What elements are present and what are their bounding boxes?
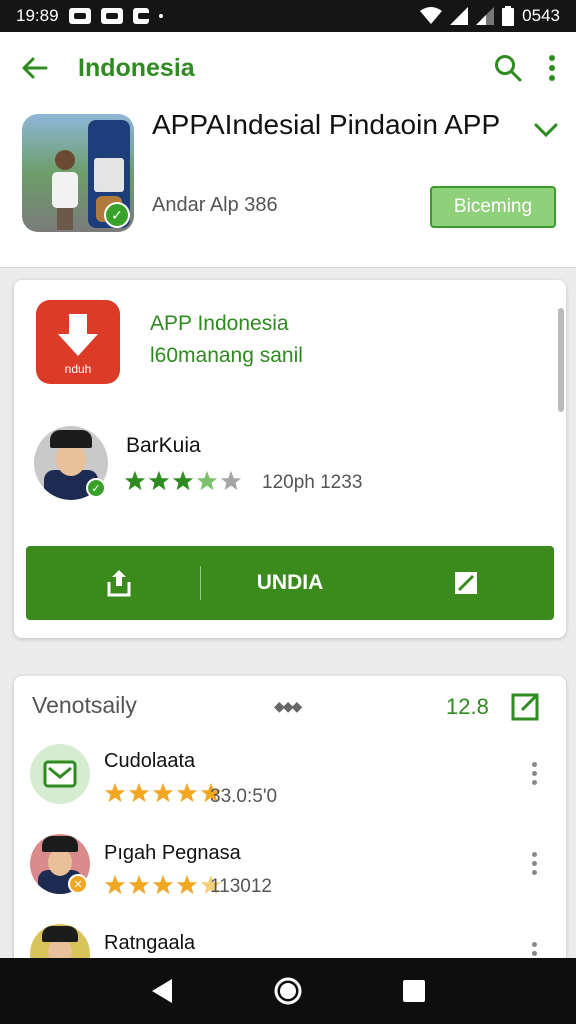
rating-count: 113012	[210, 876, 272, 897]
battery-icon	[502, 6, 515, 26]
download-icon-label: nduh	[64, 362, 92, 376]
star-half-icon	[196, 470, 218, 491]
envelope-app-icon	[30, 744, 90, 804]
rating-stars	[104, 874, 222, 896]
wifi-icon	[420, 7, 443, 24]
developer-line: Andar Alp 386	[152, 194, 278, 216]
star-icon	[104, 782, 126, 803]
edit-icon[interactable]	[454, 571, 478, 595]
rating-count: 33.0:5'0	[210, 786, 278, 807]
star-icon	[152, 782, 174, 803]
rating-stars	[104, 782, 222, 804]
home-nav-icon[interactable]	[273, 976, 303, 1006]
system-nav-bar	[0, 958, 576, 1024]
section-dots-icon: ◆◆◆	[274, 698, 302, 714]
star-icon	[128, 782, 150, 803]
developer-name: BarKuia	[126, 434, 201, 457]
card-subtitle: l60manang sanil	[150, 344, 303, 367]
star-icon	[124, 470, 146, 491]
rating-count: 120ph 1233	[262, 472, 363, 493]
section-count: 12.8	[446, 694, 489, 719]
rating-stars	[124, 470, 242, 492]
badge-icon: ✕	[68, 874, 88, 894]
back-nav-icon[interactable]	[150, 978, 174, 1004]
child-figure	[52, 150, 78, 230]
star-icon	[152, 874, 174, 895]
signal-2-icon	[476, 7, 495, 25]
status-clock-right: 0543	[522, 6, 560, 25]
star-icon	[148, 470, 170, 491]
signal-icon	[450, 7, 469, 25]
install-button[interactable]: UNDIA	[26, 546, 554, 620]
status-time: 19:89	[16, 6, 59, 25]
recents-nav-icon[interactable]	[402, 979, 426, 1003]
search-icon[interactable]	[494, 54, 522, 82]
item-menu-icon[interactable]	[532, 762, 538, 789]
status-bar: 19:89 0543	[0, 0, 576, 32]
star-icon	[176, 874, 198, 895]
card-title: APP Indonesia	[150, 312, 289, 335]
download-arrow-icon	[58, 314, 98, 356]
scrollbar[interactable]	[558, 308, 564, 412]
app-name: APPAIndesial Pindaoin APP	[152, 109, 501, 140]
external-link-icon[interactable]	[510, 690, 542, 722]
more-notifications-icon	[158, 14, 163, 18]
section-title: Venotsaily	[32, 692, 137, 718]
more-vert-icon[interactable]	[548, 55, 556, 81]
becoming-button[interactable]: Biceming	[430, 186, 556, 228]
download-card: nduh APP Indonesia l60manang sanil ✓ Bar…	[14, 280, 566, 638]
app-info-section: ✓ APPAIndesial Pindaoin APP Andar Alp 38…	[0, 104, 576, 268]
chevron-down-icon[interactable]	[534, 122, 558, 138]
mail-icon	[43, 760, 77, 788]
app-notification-icon	[132, 8, 150, 24]
download-app-icon[interactable]: nduh	[36, 300, 120, 384]
star-icon	[176, 782, 198, 803]
list-item-name: Ratngaala	[104, 932, 196, 954]
app-bar: Indonesia	[0, 32, 576, 104]
apps-list-card: Venotsaily ◆◆◆ 12.8 Cudolaata 33.0:5'0 ✕…	[14, 676, 566, 976]
item-menu-icon[interactable]	[532, 852, 538, 879]
star-empty-icon	[220, 470, 242, 491]
cat-notification-icon	[100, 8, 123, 24]
verified-badge-icon: ✓	[86, 478, 106, 498]
star-icon	[172, 470, 194, 491]
list-item-name: Cudolaata	[104, 750, 196, 772]
star-icon	[104, 874, 126, 895]
page-title: Indonesia	[78, 53, 195, 82]
back-arrow-icon[interactable]	[20, 54, 48, 82]
star-icon	[128, 874, 150, 895]
list-item-name: Pıgah Pegnasa	[104, 842, 241, 864]
verified-badge-icon: ✓	[104, 202, 130, 228]
mail-notification-icon	[68, 8, 91, 24]
